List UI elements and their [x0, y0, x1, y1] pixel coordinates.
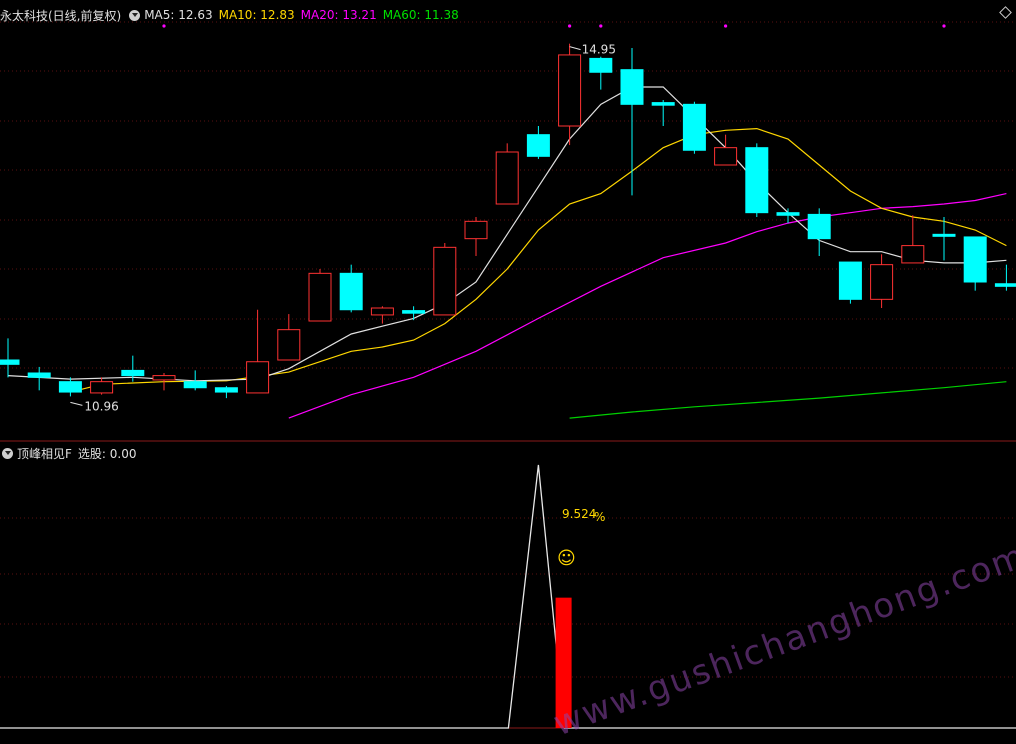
candle-body — [402, 310, 426, 314]
candle-body — [620, 69, 644, 105]
candle-body — [277, 329, 301, 361]
candle-down — [589, 56, 613, 90]
candle-down — [807, 208, 831, 256]
candle-body — [27, 372, 51, 378]
candle-body — [963, 236, 987, 283]
candle-body — [90, 381, 114, 394]
signal-dot — [162, 24, 166, 28]
candle-body — [589, 57, 613, 73]
candle-body — [526, 134, 550, 157]
candle-body — [682, 103, 706, 151]
candle-body — [495, 151, 519, 205]
candle-down — [682, 101, 706, 154]
candle-up — [464, 217, 488, 256]
candle-body — [932, 233, 956, 237]
percent-sign: % — [594, 510, 605, 524]
candle-down — [214, 386, 238, 399]
signal-dot — [568, 24, 572, 28]
candle-down — [27, 366, 51, 391]
candle-body — [994, 283, 1016, 287]
high-pointer — [569, 46, 581, 51]
candle-body — [651, 102, 675, 106]
low-price-label: 10.96 — [84, 399, 118, 413]
candle-down — [651, 100, 675, 126]
candle-up — [246, 309, 270, 394]
candle-body — [152, 375, 176, 381]
candle-down — [776, 208, 800, 224]
candle-up — [308, 269, 332, 322]
candle-body — [214, 387, 238, 393]
candle-up — [495, 143, 519, 205]
candle-body — [183, 381, 207, 389]
candle-up — [370, 306, 394, 324]
candle-body — [246, 361, 270, 394]
signal-dot — [942, 24, 946, 28]
ma5-line — [7, 86, 1007, 382]
candle-body — [0, 359, 20, 365]
candle-down — [402, 306, 426, 321]
candle-up — [277, 314, 301, 361]
candle-body — [558, 54, 582, 127]
smiley-icon: ☺ — [557, 548, 576, 569]
candle-up — [901, 215, 925, 264]
candle-down — [339, 264, 363, 313]
candle-down — [0, 338, 20, 378]
candle-body — [464, 220, 488, 240]
candle-up — [90, 377, 114, 395]
ma10-line — [70, 127, 1007, 393]
ma20-line — [288, 193, 1007, 419]
percent-label: 9.524 — [562, 507, 596, 521]
ma60-line — [569, 381, 1007, 419]
candle-down — [838, 261, 862, 304]
candle-down — [963, 236, 987, 291]
candle-down — [620, 48, 644, 196]
low-pointer — [70, 401, 83, 406]
candle-down — [58, 377, 82, 397]
candle-body — [308, 272, 332, 322]
candle-body — [58, 381, 82, 393]
candle-body — [807, 213, 831, 240]
candle-up — [433, 243, 457, 316]
candle-up — [714, 134, 738, 166]
candle-body — [776, 212, 800, 216]
candle-body — [901, 245, 925, 264]
candle-body — [339, 272, 363, 311]
candle-body — [870, 264, 894, 300]
candle-down — [526, 126, 550, 159]
candle-body — [121, 369, 145, 377]
signal-dot — [724, 24, 728, 28]
high-price-label: 14.95 — [582, 43, 616, 57]
candle-body — [745, 147, 769, 214]
candle-body — [714, 147, 738, 166]
candle-body — [433, 246, 457, 316]
signal-dot — [599, 24, 603, 28]
candle-body — [838, 261, 862, 300]
candle-up — [870, 254, 894, 308]
candle-down — [745, 143, 769, 217]
candle-body — [370, 307, 394, 316]
